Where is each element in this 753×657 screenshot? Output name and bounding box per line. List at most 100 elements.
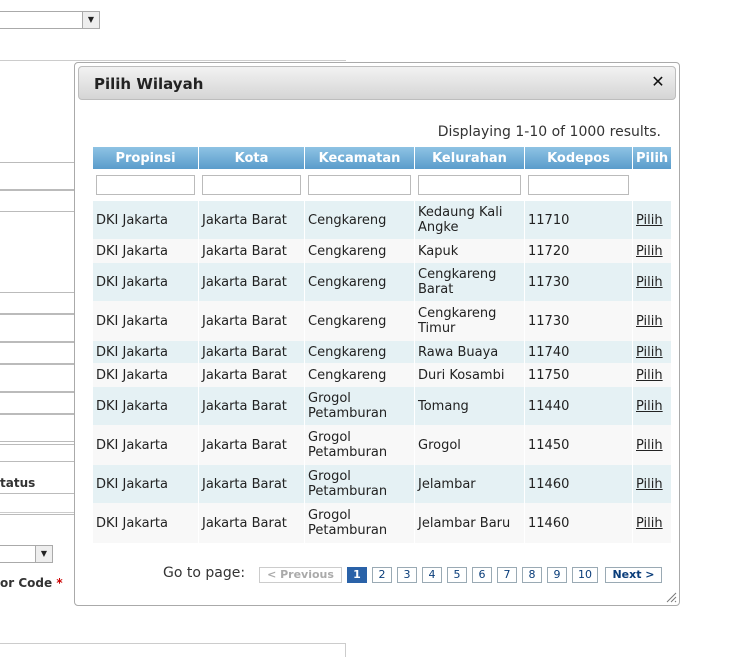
filter-kelurahan-input[interactable]: [418, 175, 521, 195]
page-button[interactable]: 6: [472, 567, 492, 583]
filter-propinsi-input[interactable]: [96, 175, 195, 195]
results-summary: Displaying 1-10 of 1000 results.: [437, 124, 661, 140]
cell-kecamatan: Cengkareng: [304, 301, 415, 341]
table-row: DKI Jakarta Jakarta Barat Cengkareng Cengka…: [93, 263, 672, 301]
pilih-link[interactable]: Pilih: [636, 399, 663, 414]
pilih-cell: Pilih: [632, 387, 672, 425]
pilih-wilayah-dialog: Pilih Wilayah ✕ Displaying 1-10 of 1000 …: [74, 62, 680, 606]
previous-page-button[interactable]: < Previous: [259, 567, 342, 583]
filter-cell: [304, 169, 415, 201]
column-header-propinsi[interactable]: Propinsi: [93, 147, 199, 169]
column-header-kecamatan[interactable]: Kecamatan: [304, 147, 415, 169]
cell-kelurahan: Jelambar Baru: [414, 503, 525, 543]
background-field[interactable]: [0, 342, 78, 364]
cell-kelurahan: Cengkareng Barat: [414, 263, 525, 301]
background-select[interactable]: ▼: [0, 11, 100, 29]
filter-kota-input[interactable]: [202, 175, 301, 195]
cell-propinsi: DKI Jakarta: [93, 263, 199, 301]
table-row: DKI Jakarta Jakarta Barat Grogol Petambura…: [93, 465, 672, 503]
page-button[interactable]: 5: [447, 567, 467, 583]
next-page-button[interactable]: Next >: [605, 567, 662, 583]
page-button[interactable]: 7: [497, 567, 517, 583]
filter-kecamatan-input[interactable]: [308, 175, 411, 195]
cell-kecamatan: Cengkareng: [304, 201, 415, 239]
pilih-link[interactable]: Pilih: [636, 244, 663, 259]
column-header-pilih: Pilih: [632, 147, 672, 169]
column-header-kelurahan[interactable]: Kelurahan: [414, 147, 525, 169]
filter-cell: [93, 169, 199, 201]
table-row: DKI Jakarta Jakarta Barat Cengkareng Rawa B…: [93, 341, 672, 363]
dropdown-arrow-icon: ▼: [35, 546, 52, 562]
cell-kodepos: 11440: [524, 387, 633, 425]
background-divider: [0, 512, 74, 513]
wilayah-grid: Propinsi Kota Kecamatan Kelurahan Kodepo…: [93, 147, 672, 543]
page-button[interactable]: 8: [522, 567, 542, 583]
background-field[interactable]: [0, 190, 78, 212]
dropdown-arrow-icon: ▼: [82, 12, 99, 28]
resize-handle-icon[interactable]: [665, 591, 677, 603]
cell-kecamatan: Cengkareng: [304, 341, 415, 363]
cell-kecamatan: Cengkareng: [304, 363, 415, 387]
cell-kelurahan: Rawa Buaya: [414, 341, 525, 363]
cell-propinsi: DKI Jakarta: [93, 425, 199, 465]
cell-kodepos: 11460: [524, 465, 633, 503]
cell-kodepos: 11730: [524, 263, 633, 301]
pilih-link[interactable]: Pilih: [636, 345, 663, 360]
cell-propinsi: DKI Jakarta: [93, 301, 199, 341]
cell-kecamatan: Cengkareng: [304, 263, 415, 301]
cell-kelurahan: Cengkareng Timur: [414, 301, 525, 341]
pilih-cell: Pilih: [632, 239, 672, 263]
pilih-link[interactable]: Pilih: [636, 368, 663, 383]
cell-kecamatan: Grogol Petamburan: [304, 503, 415, 543]
cell-kecamatan: Grogol Petamburan: [304, 387, 415, 425]
column-header-kodepos[interactable]: Kodepos: [524, 147, 633, 169]
page-button[interactable]: 2: [372, 567, 392, 583]
column-header-kota[interactable]: Kota: [198, 147, 305, 169]
background-divider: [345, 643, 346, 657]
pilih-link[interactable]: Pilih: [636, 213, 663, 228]
cell-kelurahan: Tomang: [414, 387, 525, 425]
page-button[interactable]: 4: [422, 567, 442, 583]
cell-kelurahan: Jelambar: [414, 465, 525, 503]
background-field[interactable]: [0, 292, 78, 314]
close-icon[interactable]: ✕: [650, 74, 666, 90]
filter-kodepos-input[interactable]: [528, 175, 629, 195]
pilih-link[interactable]: Pilih: [636, 516, 663, 531]
background-field[interactable]: [0, 414, 78, 442]
page-button[interactable]: 3: [397, 567, 417, 583]
cell-kecamatan: Cengkareng: [304, 239, 415, 263]
cell-propinsi: DKI Jakarta: [93, 341, 199, 363]
page-button[interactable]: 9: [547, 567, 567, 583]
cell-propinsi: DKI Jakarta: [93, 503, 199, 543]
cell-kota: Jakarta Barat: [198, 341, 305, 363]
background-select[interactable]: [0, 444, 78, 462]
pilih-link[interactable]: Pilih: [636, 275, 663, 290]
cell-kelurahan: Kapuk: [414, 239, 525, 263]
filter-cell: [414, 169, 525, 201]
background-field[interactable]: [0, 392, 78, 414]
cell-propinsi: DKI Jakarta: [93, 239, 199, 263]
filter-cell: [524, 169, 633, 201]
cell-kodepos: 11750: [524, 363, 633, 387]
background-field[interactable]: [0, 364, 78, 392]
pilih-link[interactable]: Pilih: [636, 438, 663, 453]
background-field[interactable]: [0, 162, 78, 190]
pilih-link[interactable]: Pilih: [636, 314, 663, 329]
dialog-titlebar[interactable]: Pilih Wilayah ✕: [78, 66, 676, 100]
cell-propinsi: DKI Jakarta: [93, 201, 199, 239]
page-button[interactable]: 10: [572, 567, 598, 583]
pilih-cell: Pilih: [632, 201, 672, 239]
filter-cell: [632, 169, 672, 201]
table-row: DKI Jakarta Jakarta Barat Cengkareng Duri K…: [93, 363, 672, 387]
background-select[interactable]: ▼: [0, 545, 53, 563]
page-button[interactable]: 1: [347, 567, 367, 583]
cell-kodepos: 11720: [524, 239, 633, 263]
pilih-cell: Pilih: [632, 425, 672, 465]
table-row: DKI Jakarta Jakarta Barat Cengkareng Cengka…: [93, 301, 672, 341]
cell-kota: Jakarta Barat: [198, 465, 305, 503]
cell-kota: Jakarta Barat: [198, 387, 305, 425]
background-field[interactable]: [0, 314, 78, 342]
cell-kelurahan: Kedaung Kali Angke: [414, 201, 525, 239]
pager-label: Go to page:: [163, 565, 246, 581]
pilih-link[interactable]: Pilih: [636, 477, 663, 492]
